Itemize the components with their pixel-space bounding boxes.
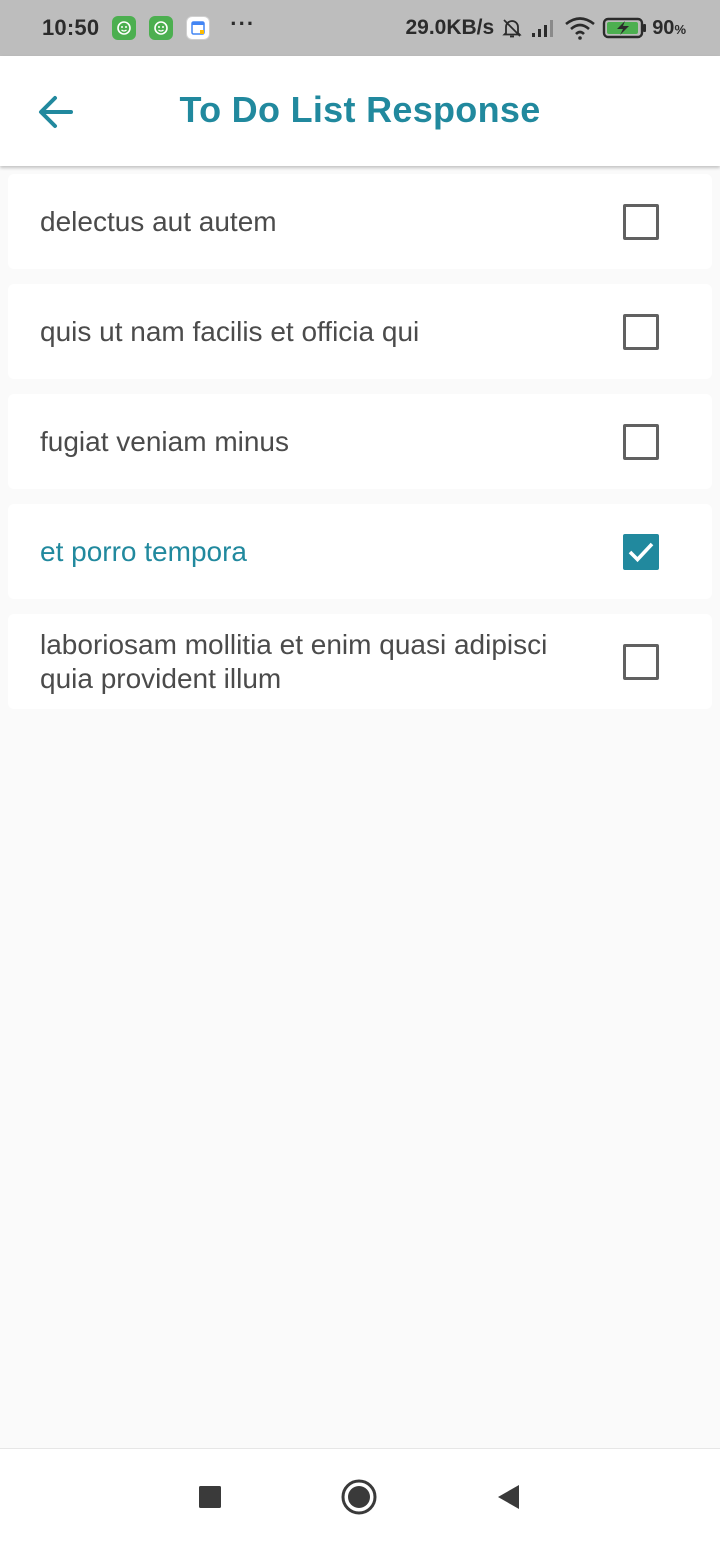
network-speed: 29.0KB/s bbox=[405, 16, 495, 39]
list-item[interactable]: delectus aut autem bbox=[8, 174, 712, 269]
check-icon bbox=[628, 542, 654, 562]
todo-checkbox[interactable] bbox=[623, 423, 659, 460]
app-icon bbox=[149, 16, 174, 40]
signal-icon bbox=[530, 17, 558, 39]
app-bar: To Do List Response bbox=[0, 56, 720, 166]
todo-checkbox-checked[interactable] bbox=[623, 533, 659, 570]
battery-unit: % bbox=[674, 21, 686, 37]
home-circle-icon bbox=[341, 1479, 377, 1515]
todo-checkbox[interactable] bbox=[623, 203, 659, 240]
todo-list: delectus aut autem quis ut nam facilis e… bbox=[8, 174, 712, 724]
battery-percent: 90% bbox=[652, 17, 686, 40]
bell-muted-icon bbox=[500, 16, 524, 40]
home-button[interactable] bbox=[339, 1477, 379, 1517]
wifi-icon bbox=[564, 16, 596, 40]
list-item[interactable]: et porro tempora bbox=[8, 504, 712, 599]
todo-title: quis ut nam facilis et officia qui bbox=[40, 315, 420, 347]
recents-square-icon bbox=[199, 1486, 221, 1508]
todo-title: et porro tempora bbox=[40, 535, 247, 567]
system-nav-bar bbox=[0, 1448, 720, 1544]
recents-button[interactable] bbox=[190, 1477, 230, 1517]
todo-title: fugiat veniam minus bbox=[40, 425, 290, 457]
calendar-icon bbox=[186, 16, 211, 40]
list-item[interactable]: laboriosam mollitia et enim quasi adipis… bbox=[8, 614, 712, 709]
todo-checkbox[interactable] bbox=[623, 313, 659, 350]
page-title: To Do List Response bbox=[179, 89, 541, 130]
todo-title: laboriosam mollitia et enim quasi adipis… bbox=[40, 628, 548, 694]
app-icon bbox=[112, 16, 137, 40]
battery-charging-icon bbox=[602, 16, 648, 40]
list-item[interactable]: quis ut nam facilis et officia qui bbox=[8, 284, 712, 379]
list-item[interactable]: fugiat veniam minus bbox=[8, 394, 712, 489]
back-triangle-icon bbox=[498, 1485, 519, 1509]
more-icon: ··· bbox=[230, 11, 256, 36]
status-bar: 10:50 ··· 29.0KB/s 90% bbox=[0, 0, 720, 56]
status-time: 10:50 bbox=[42, 15, 100, 40]
battery-value: 90 bbox=[652, 16, 675, 39]
todo-checkbox[interactable] bbox=[623, 643, 659, 680]
todo-title: delectus aut autem bbox=[40, 205, 277, 237]
back-nav-button[interactable] bbox=[488, 1477, 528, 1517]
